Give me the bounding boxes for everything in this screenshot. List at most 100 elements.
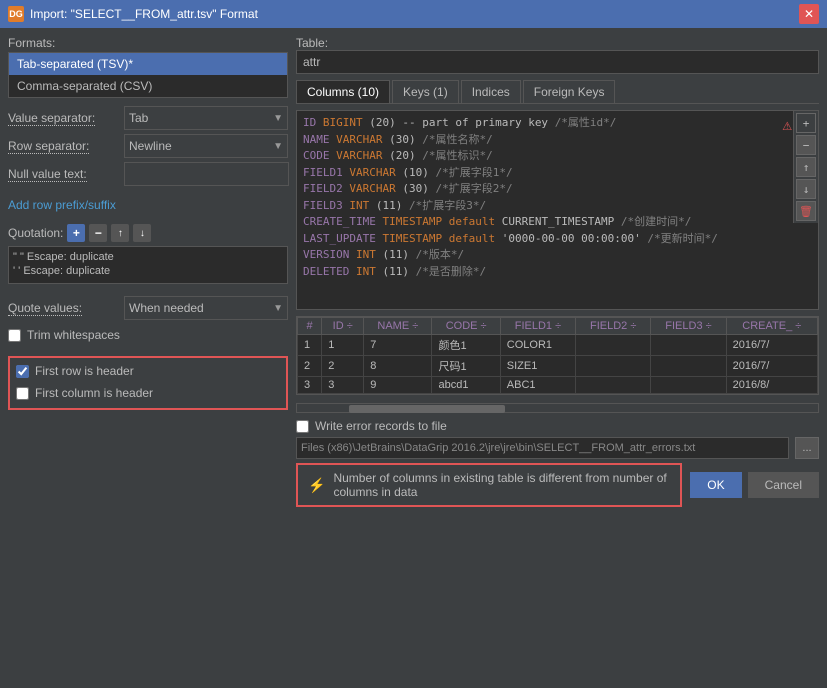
- cell: 8: [364, 356, 432, 377]
- cell: 尺码1: [432, 356, 500, 377]
- first-row-header-row: First row is header: [16, 364, 280, 378]
- first-col-header-row: First column is header: [16, 386, 280, 400]
- move-down-btn[interactable]: ↓: [796, 179, 816, 199]
- cell: 3: [322, 377, 364, 394]
- write-error-checkbox[interactable]: [296, 420, 309, 433]
- titlebar: DG Import: "SELECT__FROM_attr.tsv" Forma…: [0, 0, 827, 28]
- col-header-field1: FIELD1 ÷: [500, 318, 575, 335]
- remove-column-btn[interactable]: −: [796, 135, 816, 155]
- add-column-btn[interactable]: +: [796, 113, 816, 133]
- col-header-code: CODE ÷: [432, 318, 500, 335]
- titlebar-left: DG Import: "SELECT__FROM_attr.tsv" Forma…: [8, 6, 258, 22]
- cancel-button[interactable]: Cancel: [748, 472, 819, 498]
- cell: 2016/7/: [726, 356, 817, 377]
- write-error-label: Write error records to file: [315, 419, 447, 433]
- quote-values-row: Quote values: When needed ▼: [8, 296, 288, 320]
- preview-table: # ID ÷ NAME ÷ CODE ÷ FIELD1 ÷ FIELD2 ÷ F…: [297, 317, 818, 394]
- table-name-input[interactable]: [296, 50, 819, 74]
- first-row-header-checkbox[interactable]: [16, 365, 29, 378]
- cell: 9: [364, 377, 432, 394]
- value-separator-select[interactable]: Tab ▼: [124, 106, 288, 130]
- sql-line-7: CREATE_TIME TIMESTAMP default CURRENT_TI…: [303, 214, 812, 231]
- browse-btn[interactable]: ...: [795, 437, 819, 459]
- quotation-down-btn[interactable]: ↓: [133, 224, 151, 242]
- tab-indices[interactable]: Indices: [461, 80, 521, 103]
- tabs-bar: Columns (10) Keys (1) Indices Foreign Ke…: [296, 80, 819, 104]
- row-separator-row: Row separator: Newline ▼: [8, 134, 288, 158]
- sql-line-5: FIELD2 VARCHAR (30) /*扩展字段2*/: [303, 181, 812, 198]
- cell: [651, 335, 726, 356]
- move-up-btn[interactable]: ↑: [796, 157, 816, 177]
- first-row-header-label: First row is header: [35, 364, 134, 378]
- null-value-input[interactable]: [124, 162, 289, 186]
- quotation-label: Quotation:: [8, 226, 63, 240]
- cell: 7: [364, 335, 432, 356]
- quote-values-select[interactable]: When needed ▼: [124, 296, 288, 320]
- quotation-up-btn[interactable]: ↑: [111, 224, 129, 242]
- first-col-header-label: First column is header: [35, 386, 153, 400]
- formats-list: Tab-separated (TSV)* Comma-separated (CS…: [8, 52, 288, 98]
- chevron-down-icon: ▼: [273, 303, 283, 314]
- cell: 1: [322, 335, 364, 356]
- trim-whitespaces-row: Trim whitespaces: [8, 328, 288, 342]
- quotation-add-btn[interactable]: +: [67, 224, 85, 242]
- cell: 颜色1: [432, 335, 500, 356]
- add-prefix-link[interactable]: Add row prefix/suffix: [8, 198, 288, 212]
- formats-label: Formats:: [8, 36, 288, 50]
- row-separator-select[interactable]: Newline ▼: [124, 134, 288, 158]
- cell: 2016/7/: [726, 335, 817, 356]
- sql-line-9: VERSION INT (11) /*版本*/: [303, 247, 812, 264]
- quotation-list: " " Escape: duplicate ' ' Escape: duplic…: [8, 246, 288, 284]
- cell: COLOR1: [500, 335, 575, 356]
- format-csv[interactable]: Comma-separated (CSV): [9, 75, 287, 97]
- bottom-area: Write error records to file ... ⚡ Number…: [296, 419, 819, 507]
- quotation-section: Quotation: + − ↑ ↓ " " Escape: duplicate…: [8, 224, 288, 284]
- sql-line-2: NAME VARCHAR (30) /*属性名称*/: [303, 132, 812, 149]
- table-row: 2 2 8 尺码1 SIZE1 2016/7/: [298, 356, 818, 377]
- table-row: 3 3 9 abcd1 ABC1 2016/8/: [298, 377, 818, 394]
- row-separator-label: Row separator:: [8, 139, 118, 153]
- trim-whitespaces-label: Trim whitespaces: [27, 328, 120, 342]
- delete-column-btn[interactable]: 🗑: [796, 201, 816, 221]
- trim-whitespaces-checkbox[interactable]: [8, 329, 21, 342]
- col-header-hash: #: [298, 318, 322, 335]
- cell: 2016/8/: [726, 377, 817, 394]
- row-num: 3: [298, 377, 322, 394]
- error-file-row: ...: [296, 437, 819, 459]
- value-separator-label: Value separator:: [8, 111, 118, 125]
- cell: ABC1: [500, 377, 575, 394]
- cell: SIZE1: [500, 356, 575, 377]
- warning-icon: ⚠: [782, 115, 792, 134]
- cell: [576, 335, 651, 356]
- action-buttons: OK Cancel: [690, 472, 819, 498]
- ok-button[interactable]: OK: [690, 472, 741, 498]
- preview-table-container: # ID ÷ NAME ÷ CODE ÷ FIELD1 ÷ FIELD2 ÷ F…: [296, 316, 819, 395]
- tab-foreign-keys[interactable]: Foreign Keys: [523, 80, 616, 103]
- sql-line-3: CODE VARCHAR (20) /*属性标识*/: [303, 148, 812, 165]
- quotation-row-2: ' ' Escape: duplicate: [13, 265, 283, 277]
- quotation-minus-btn[interactable]: −: [89, 224, 107, 242]
- cell: [651, 356, 726, 377]
- quote-values-label: Quote values:: [8, 301, 118, 315]
- col-header-field2: FIELD2 ÷: [576, 318, 651, 335]
- quotation-row-1: " " Escape: duplicate: [13, 251, 283, 263]
- horizontal-scrollbar[interactable]: [296, 403, 819, 413]
- scrollbar-thumb: [349, 405, 505, 413]
- col-header-id: ID ÷: [322, 318, 364, 335]
- warning-banner: ⚡ Number of columns in existing table is…: [296, 463, 682, 507]
- error-file-input[interactable]: [296, 437, 789, 459]
- header-checkboxes-group: First row is header First column is head…: [8, 356, 288, 410]
- format-tsv[interactable]: Tab-separated (TSV)*: [9, 53, 287, 75]
- cell: [576, 377, 651, 394]
- col-header-field3: FIELD3 ÷: [651, 318, 726, 335]
- tab-columns[interactable]: Columns (10): [296, 80, 390, 103]
- left-panel: Formats: Tab-separated (TSV)* Comma-sepa…: [8, 36, 288, 680]
- tab-keys[interactable]: Keys (1): [392, 80, 459, 103]
- close-button[interactable]: ✕: [799, 4, 819, 24]
- cell: 2: [322, 356, 364, 377]
- table-row: 1 1 7 颜色1 COLOR1 2016/7/: [298, 335, 818, 356]
- first-col-header-checkbox[interactable]: [16, 387, 29, 400]
- app-icon: DG: [8, 6, 24, 22]
- sql-line-4: FIELD1 VARCHAR (10) /*扩展字段1*/: [303, 165, 812, 182]
- table-label: Table:: [296, 36, 819, 50]
